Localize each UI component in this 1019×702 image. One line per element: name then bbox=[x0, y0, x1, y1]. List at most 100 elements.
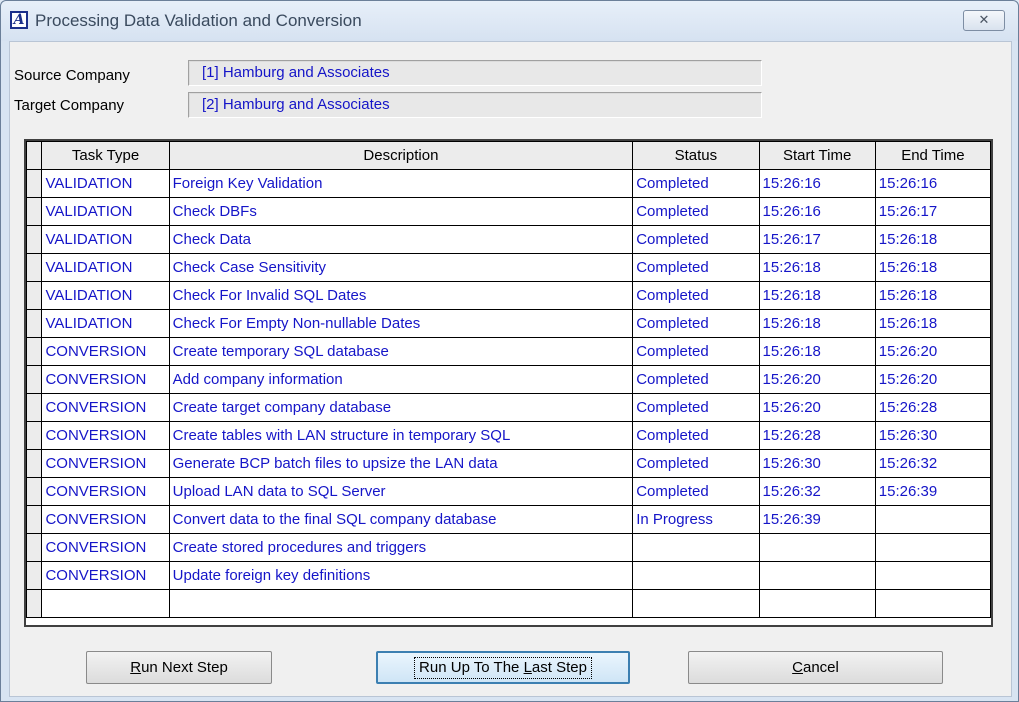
row-selector[interactable] bbox=[26, 449, 43, 478]
end-time-cell[interactable]: 15:26:18 bbox=[874, 225, 991, 254]
row-selector[interactable] bbox=[26, 337, 43, 366]
status-cell[interactable]: Completed bbox=[632, 477, 760, 506]
task-type-cell[interactable]: CONVERSION bbox=[41, 561, 170, 590]
row-selector[interactable] bbox=[26, 281, 43, 310]
column-header[interactable]: Description bbox=[168, 141, 634, 170]
table-row[interactable]: VALIDATION Check For Invalid SQL Dates Com… bbox=[26, 281, 991, 310]
run-to-last-step-button[interactable]: Run Up To The Last Step bbox=[376, 651, 630, 684]
row-selector[interactable] bbox=[26, 561, 43, 590]
description-cell[interactable]: Check Case Sensitivity bbox=[168, 253, 634, 282]
end-time-cell[interactable]: 15:26:28 bbox=[874, 393, 991, 422]
start-time-cell[interactable]: 15:26:18 bbox=[758, 337, 876, 366]
status-cell[interactable] bbox=[632, 589, 760, 618]
start-time-cell[interactable] bbox=[758, 533, 876, 562]
description-cell[interactable]: Create target company database bbox=[168, 393, 634, 422]
start-time-cell[interactable]: 15:26:18 bbox=[758, 253, 876, 282]
end-time-cell[interactable]: 15:26:16 bbox=[874, 169, 991, 198]
row-selector[interactable] bbox=[26, 253, 43, 282]
start-time-cell[interactable]: 15:26:28 bbox=[758, 421, 876, 450]
description-cell[interactable]: Update foreign key definitions bbox=[168, 561, 634, 590]
description-cell[interactable]: Check DBFs bbox=[168, 197, 634, 226]
table-row[interactable]: VALIDATION Foreign Key Validation Complete… bbox=[26, 169, 991, 198]
description-cell[interactable]: Add company information bbox=[168, 365, 634, 394]
start-time-cell[interactable]: 15:26:16 bbox=[758, 197, 876, 226]
status-cell[interactable] bbox=[632, 561, 760, 590]
task-type-cell[interactable]: CONVERSION bbox=[41, 449, 170, 478]
row-selector[interactable] bbox=[26, 169, 43, 198]
row-selector[interactable] bbox=[26, 533, 43, 562]
close-button[interactable]: ✕ bbox=[963, 10, 1005, 31]
row-selector[interactable] bbox=[26, 365, 43, 394]
row-selector[interactable] bbox=[26, 589, 43, 618]
task-type-cell[interactable] bbox=[41, 589, 170, 618]
end-time-cell[interactable] bbox=[874, 533, 991, 562]
description-cell[interactable]: Create tables with LAN structure in temp… bbox=[168, 421, 634, 450]
status-cell[interactable]: Completed bbox=[632, 309, 760, 338]
table-row[interactable]: VALIDATION Check Case Sensitivity Complete… bbox=[26, 253, 991, 282]
end-time-cell[interactable]: 15:26:17 bbox=[874, 197, 991, 226]
task-grid[interactable]: Task Type Description Status Start Time … bbox=[24, 139, 993, 627]
table-row[interactable] bbox=[26, 589, 991, 618]
description-cell[interactable]: Check For Invalid SQL Dates bbox=[168, 281, 634, 310]
description-cell[interactable]: Create stored procedures and triggers bbox=[168, 533, 634, 562]
status-cell[interactable]: In Progress bbox=[632, 505, 760, 534]
status-cell[interactable]: Completed bbox=[632, 393, 760, 422]
status-cell[interactable] bbox=[632, 533, 760, 562]
column-header[interactable]: Start Time bbox=[758, 141, 876, 170]
task-type-cell[interactable]: CONVERSION bbox=[41, 505, 170, 534]
start-time-cell[interactable] bbox=[758, 589, 876, 618]
row-selector[interactable] bbox=[26, 197, 43, 226]
end-time-cell[interactable]: 15:26:20 bbox=[874, 365, 991, 394]
column-header[interactable]: End Time bbox=[874, 141, 991, 170]
end-time-cell[interactable]: 15:26:18 bbox=[874, 253, 991, 282]
task-type-cell[interactable]: CONVERSION bbox=[41, 477, 170, 506]
end-time-cell[interactable]: 15:26:30 bbox=[874, 421, 991, 450]
task-type-cell[interactable]: CONVERSION bbox=[41, 337, 170, 366]
start-time-cell[interactable]: 15:26:17 bbox=[758, 225, 876, 254]
task-type-cell[interactable]: CONVERSION bbox=[41, 533, 170, 562]
start-time-cell[interactable]: 15:26:20 bbox=[758, 393, 876, 422]
start-time-cell[interactable]: 15:26:18 bbox=[758, 309, 876, 338]
description-cell[interactable]: Convert data to the final SQL company da… bbox=[168, 505, 634, 534]
status-cell[interactable]: Completed bbox=[632, 449, 760, 478]
table-row[interactable]: CONVERSION Upload LAN data to SQL Server C… bbox=[26, 477, 991, 506]
end-time-cell[interactable] bbox=[874, 505, 991, 534]
table-row[interactable]: VALIDATION Check DBFs Completed 15:26:16 15:… bbox=[26, 197, 991, 226]
description-cell[interactable]: Check Data bbox=[168, 225, 634, 254]
title-bar[interactable]: A Processing Data Validation and Convers… bbox=[1, 1, 1018, 41]
task-type-cell[interactable]: VALIDATION bbox=[41, 225, 170, 254]
task-type-cell[interactable]: VALIDATION bbox=[41, 309, 170, 338]
task-type-cell[interactable]: CONVERSION bbox=[41, 393, 170, 422]
status-cell[interactable]: Completed bbox=[632, 253, 760, 282]
description-cell[interactable]: Create temporary SQL database bbox=[168, 337, 634, 366]
description-cell[interactable] bbox=[168, 589, 634, 618]
description-cell[interactable]: Foreign Key Validation bbox=[168, 169, 634, 198]
table-row[interactable]: CONVERSION Create stored procedures and t… bbox=[26, 533, 991, 562]
table-row[interactable]: VALIDATION Check Data Completed 15:26:17 15:… bbox=[26, 225, 991, 254]
table-row[interactable]: CONVERSION Create tables with LAN structu… bbox=[26, 421, 991, 450]
task-type-cell[interactable]: VALIDATION bbox=[41, 169, 170, 198]
start-time-cell[interactable]: 15:26:20 bbox=[758, 365, 876, 394]
table-row[interactable]: CONVERSION Create temporary SQL database C… bbox=[26, 337, 991, 366]
end-time-cell[interactable]: 15:26:32 bbox=[874, 449, 991, 478]
end-time-cell[interactable]: 15:26:39 bbox=[874, 477, 991, 506]
task-type-cell[interactable]: CONVERSION bbox=[41, 365, 170, 394]
start-time-cell[interactable]: 15:26:30 bbox=[758, 449, 876, 478]
task-type-cell[interactable]: VALIDATION bbox=[41, 253, 170, 282]
status-cell[interactable]: Completed bbox=[632, 337, 760, 366]
column-header[interactable]: Task Type bbox=[41, 141, 170, 170]
status-cell[interactable]: Completed bbox=[632, 281, 760, 310]
row-selector[interactable] bbox=[26, 225, 43, 254]
end-time-cell[interactable]: 15:26:18 bbox=[874, 281, 991, 310]
status-cell[interactable]: Completed bbox=[632, 421, 760, 450]
start-time-cell[interactable]: 15:26:16 bbox=[758, 169, 876, 198]
row-selector[interactable] bbox=[26, 393, 43, 422]
table-row[interactable]: CONVERSION Create target company database… bbox=[26, 393, 991, 422]
description-cell[interactable]: Check For Empty Non-nullable Dates bbox=[168, 309, 634, 338]
end-time-cell[interactable] bbox=[874, 589, 991, 618]
row-selector[interactable] bbox=[26, 505, 43, 534]
end-time-cell[interactable]: 15:26:18 bbox=[874, 309, 991, 338]
start-time-cell[interactable]: 15:26:39 bbox=[758, 505, 876, 534]
row-selector[interactable] bbox=[26, 421, 43, 450]
status-cell[interactable]: Completed bbox=[632, 225, 760, 254]
